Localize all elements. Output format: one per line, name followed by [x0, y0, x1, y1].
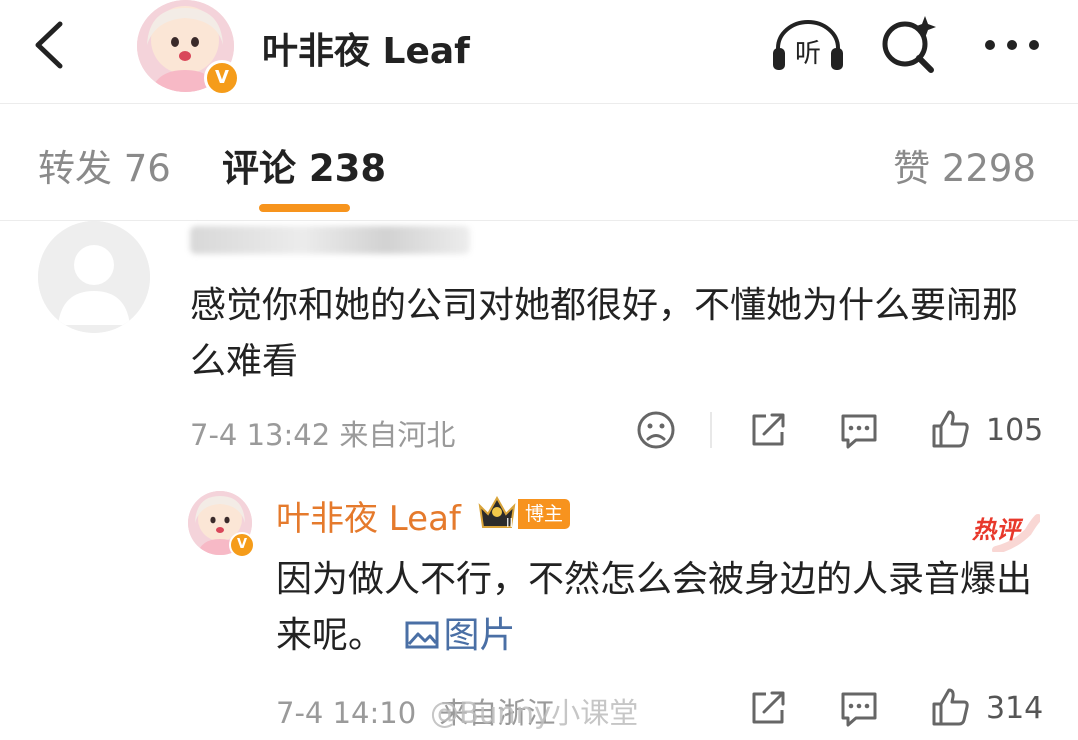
reply-time: 7-4 14:10 [276, 696, 417, 730]
image-icon [405, 621, 439, 649]
thumb-up-icon[interactable] [930, 408, 972, 454]
reply-author-name[interactable]: 叶非夜 Leaf [276, 491, 461, 540]
author-role-badge: 博主 [518, 499, 571, 529]
svg-text:热评: 热评 [971, 516, 1024, 544]
crown-icon: II [476, 494, 518, 532]
reply-text: 因为做人不行，不然怎么会被身边的人录音爆出来呢。 [276, 559, 1033, 656]
reply-verified-badge: V [229, 532, 255, 558]
watermark: @Bunny小课堂 [430, 696, 639, 730]
svg-text:II: II [506, 516, 513, 530]
action-divider [710, 412, 712, 448]
reply-image-link[interactable]: 图片 [395, 615, 515, 656]
commenter-avatar[interactable] [38, 221, 150, 333]
reply-text-block: 因为做人不行，不然怎么会被身边的人录音爆出来呢。 图片 [276, 552, 1046, 664]
share-icon[interactable] [748, 410, 788, 454]
search-sparkle-icon[interactable] [879, 14, 939, 74]
reply-like-count: 314 [986, 691, 1044, 726]
comment-icon[interactable] [838, 410, 880, 456]
active-tab-indicator [259, 204, 350, 212]
verified-badge: V [204, 60, 240, 96]
tab-comments[interactable]: 评论 238 [222, 138, 386, 192]
thumb-up-icon[interactable] [930, 686, 972, 732]
hot-comment-badge: 热评 [968, 504, 1042, 554]
sad-face-icon[interactable] [636, 410, 676, 454]
tab-likes[interactable]: 赞 2298 [893, 138, 1036, 192]
like-count: 105 [986, 413, 1044, 448]
comment-text: 感觉你和她的公司对她都很好，不懂她为什么要闹那么难看 [190, 285, 1019, 382]
image-link-label: 图片 [443, 615, 516, 656]
commenter-name-blurred [190, 226, 470, 254]
back-icon[interactable] [28, 20, 72, 70]
account-name[interactable]: 叶非夜 Leaf [262, 22, 470, 74]
comment-meta: 7-4 13:42 来自河北 [190, 418, 456, 452]
share-icon[interactable] [748, 688, 788, 732]
more-icon[interactable] [982, 30, 1042, 60]
tab-repost[interactable]: 转发 76 [38, 138, 171, 192]
svg-text:听: 听 [795, 39, 821, 69]
comment-icon[interactable] [838, 688, 880, 734]
listen-icon[interactable]: 听 [770, 18, 846, 72]
